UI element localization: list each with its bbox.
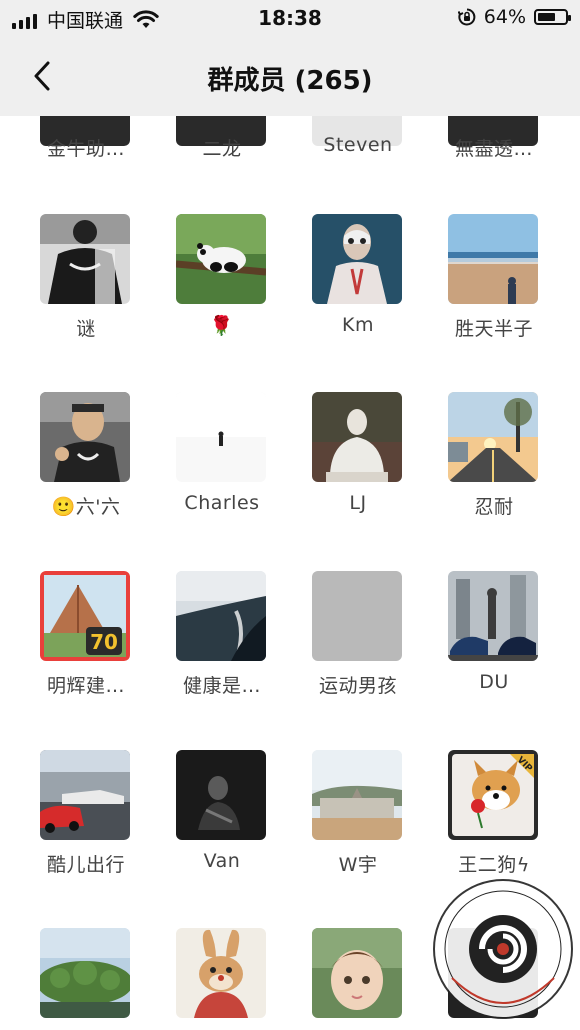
member-name: Charles	[184, 492, 260, 514]
avatar-panda-icon[interactable]	[176, 214, 266, 304]
avatar-palace-icon[interactable]	[312, 750, 402, 840]
avatar-sportscars-icon[interactable]	[40, 750, 130, 840]
member-name: Km	[342, 314, 374, 336]
member-name: 忍耐	[474, 496, 514, 518]
member-name: 🌹	[209, 315, 235, 337]
status-right: 64%	[457, 6, 571, 28]
avatar-bw-jacket-icon[interactable]	[40, 214, 130, 304]
member-name: 胜天半子	[454, 318, 533, 340]
member-name: Van	[203, 850, 241, 872]
member-name: W宇	[338, 854, 378, 876]
member-name: DU	[479, 671, 509, 693]
avatar-lotus-icon[interactable]	[40, 928, 130, 1018]
member-name: LJ	[349, 492, 367, 514]
member-name: 健康是…	[182, 675, 261, 697]
member-name: 🙂六'六	[51, 496, 121, 518]
member-name: 酷儿出行	[46, 854, 125, 876]
rotation-lock-icon	[457, 8, 476, 26]
avatar-coast-icon[interactable]	[176, 571, 266, 661]
member-name: 运动男孩	[318, 675, 397, 697]
avatar-selfie-icon[interactable]	[40, 392, 130, 482]
battery-icon	[534, 9, 571, 25]
avatar-rabbit-icon[interactable]	[176, 928, 266, 1018]
avatar-building-70-icon[interactable]: 70	[40, 571, 130, 661]
member-name: 明辉建…	[46, 675, 125, 697]
avatar-dark-portrait-icon[interactable]	[176, 750, 266, 840]
avatar-beach-icon[interactable]	[448, 214, 538, 304]
member-name: 王二狗ϟ	[458, 854, 530, 876]
member-name: 金牛助…	[46, 138, 125, 160]
avatar-gray-icon[interactable]	[312, 571, 402, 661]
avatar-child-icon[interactable]	[312, 928, 402, 1018]
member-name: 無盡透…	[454, 138, 533, 160]
member-name: 谜	[76, 318, 96, 340]
member-name: 二龙	[202, 138, 242, 160]
watermark-logo	[432, 878, 574, 1020]
avatar-white-minimal-icon[interactable]	[176, 392, 266, 482]
status-bar: 中国联通 18:38 64%	[0, 0, 580, 38]
avatar-sunset-road-icon[interactable]	[448, 392, 538, 482]
avatar-buddha-icon[interactable]	[312, 392, 402, 482]
battery-percent: 64%	[483, 6, 526, 28]
member-name: Steven	[323, 134, 393, 156]
avatar-blue-mask-icon[interactable]	[312, 214, 402, 304]
avatar-cars-city-icon[interactable]	[448, 571, 538, 661]
page-title: 群成员 (265)	[207, 66, 373, 96]
navigation-bar: 群成员 (265)	[0, 38, 580, 116]
svg-text:70: 70	[90, 630, 118, 654]
avatar-shiba-vip-icon[interactable]: VIP	[448, 750, 538, 840]
